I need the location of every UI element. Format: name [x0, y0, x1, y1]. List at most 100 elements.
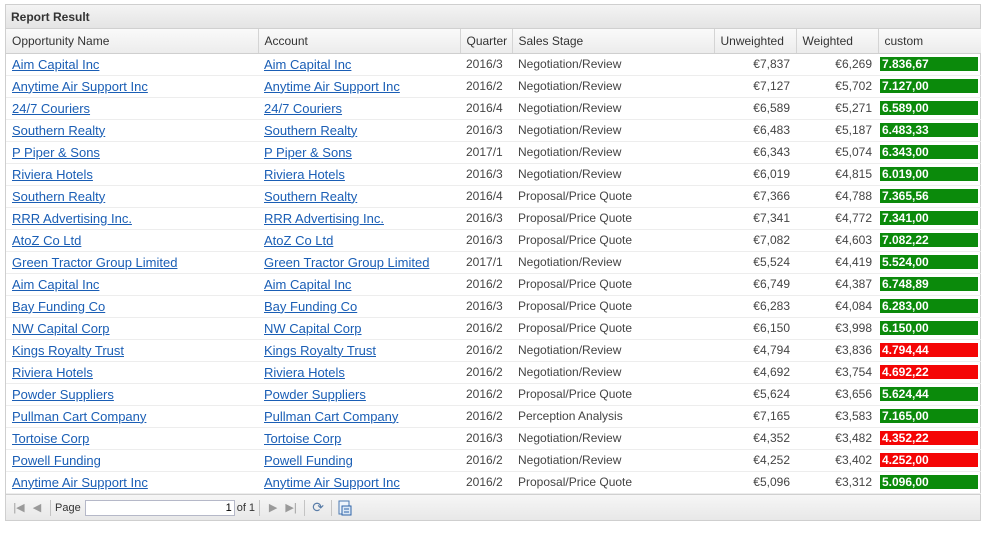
opportunity-link[interactable]: Kings Royalty Trust: [12, 343, 124, 358]
table-row[interactable]: Powell Funding Powell Funding 2016/2 Negoti…: [6, 449, 981, 472]
opportunity-link[interactable]: Anytime Air Support Inc: [12, 79, 148, 94]
opportunity-link[interactable]: AtoZ Co Ltd: [12, 233, 81, 248]
sales-stage-cell: Proposal/Price Quote: [512, 471, 714, 494]
account-link[interactable]: Southern Realty: [264, 123, 357, 138]
sales-stage-cell: Negotiation/Review: [512, 251, 714, 274]
quarter-cell: 2016/3: [460, 207, 512, 230]
opportunity-link[interactable]: Powder Suppliers: [12, 387, 114, 402]
opportunity-link[interactable]: RRR Advertising Inc.: [12, 211, 132, 226]
table-row[interactable]: Riviera Hotels Riviera Hotels 2016/3 Negoti…: [6, 163, 981, 186]
custom-value-badge: 4.252,00: [880, 453, 978, 467]
next-page-icon[interactable]: ▶: [264, 499, 282, 517]
account-link[interactable]: Aim Capital Inc: [264, 57, 351, 72]
table-row[interactable]: Aim Capital Inc Aim Capital Inc 2016/2 Prop…: [6, 273, 981, 296]
account-link[interactable]: Aim Capital Inc: [264, 277, 351, 292]
table-row[interactable]: Bay Funding Co Bay Funding Co 2016/3 Propos…: [6, 295, 981, 318]
account-link[interactable]: Powder Suppliers: [264, 387, 366, 402]
custom-cell: 5.624,44: [878, 383, 981, 406]
account-link[interactable]: Kings Royalty Trust: [264, 343, 376, 358]
table-row[interactable]: Southern Realty Southern Realty 2016/4 Prop…: [6, 185, 981, 208]
table-row[interactable]: Anytime Air Support Inc Anytime Air Suppo…: [6, 471, 981, 494]
table-row[interactable]: Riviera Hotels Riviera Hotels 2016/2 Negoti…: [6, 361, 981, 384]
opportunity-link[interactable]: P Piper & Sons: [12, 145, 100, 160]
opportunity-link[interactable]: Pullman Cart Company: [12, 409, 146, 424]
table-row[interactable]: NW Capital Corp NW Capital Corp 2016/2 Prop…: [6, 317, 981, 340]
table-row[interactable]: P Piper & Sons P Piper & Sons 2017/1 Negoti…: [6, 141, 981, 164]
account-link[interactable]: Powell Funding: [264, 453, 353, 468]
account-cell: Kings Royalty Trust: [258, 339, 460, 362]
opportunity-link[interactable]: Riviera Hotels: [12, 365, 93, 380]
table-row[interactable]: 24/7 Couriers 24/7 Couriers 2016/4 Negotiat…: [6, 97, 981, 120]
sales-stage-cell: Proposal/Price Quote: [512, 383, 714, 406]
account-link[interactable]: Anytime Air Support Inc: [264, 79, 400, 94]
opportunity-link[interactable]: Aim Capital Inc: [12, 57, 99, 72]
table-row[interactable]: Southern Realty Southern Realty 2016/3 Nego…: [6, 119, 981, 142]
weighted-cell: €3,836: [796, 339, 878, 362]
column-header-account[interactable]: Account: [258, 29, 461, 54]
last-page-icon[interactable]: ▶|: [282, 499, 300, 517]
quarter-cell: 2016/2: [460, 449, 512, 472]
page-number-input[interactable]: [84, 499, 235, 516]
opportunity-link[interactable]: Anytime Air Support Inc: [12, 475, 148, 490]
account-link[interactable]: 24/7 Couriers: [264, 101, 342, 116]
page-label: Page: [55, 501, 81, 514]
sales-stage-cell: Negotiation/Review: [512, 75, 714, 98]
column-header-opportunity-name[interactable]: Opportunity Name: [6, 29, 259, 54]
account-link[interactable]: Bay Funding Co: [264, 299, 357, 314]
sales-stage-cell: Negotiation/Review: [512, 163, 714, 186]
table-row[interactable]: Aim Capital Inc Aim Capital Inc 2016/3 Nego…: [6, 53, 981, 76]
account-link[interactable]: Pullman Cart Company: [264, 409, 398, 424]
opportunity-link[interactable]: Aim Capital Inc: [12, 277, 99, 292]
account-link[interactable]: Tortoise Corp: [264, 431, 341, 446]
table-row[interactable]: Anytime Air Support Inc Anytime Air Suppo…: [6, 75, 981, 98]
table-row[interactable]: Green Tractor Group Limited Green Tractor…: [6, 251, 981, 274]
column-header-sales-stage[interactable]: Sales Stage: [512, 29, 715, 54]
unweighted-cell: €6,343: [714, 141, 796, 164]
weighted-cell: €4,419: [796, 251, 878, 274]
opportunity-link[interactable]: Bay Funding Co: [12, 299, 105, 314]
opportunity-link[interactable]: Southern Realty: [12, 189, 105, 204]
first-page-icon[interactable]: |◀: [10, 499, 28, 517]
account-cell: Green Tractor Group Limited: [258, 251, 460, 274]
opportunity-link[interactable]: Southern Realty: [12, 123, 105, 138]
opportunity-link[interactable]: Green Tractor Group Limited: [12, 255, 177, 270]
account-cell: Pullman Cart Company: [258, 405, 460, 428]
custom-cell: 4.352,22: [878, 427, 981, 450]
table-row[interactable]: Powder Suppliers Powder Suppliers 2016/2 Pr…: [6, 383, 981, 406]
previous-page-icon[interactable]: ◀: [28, 499, 46, 517]
opportunity-link[interactable]: 24/7 Couriers: [12, 101, 90, 116]
account-link[interactable]: Riviera Hotels: [264, 167, 345, 182]
table-row[interactable]: AtoZ Co Ltd AtoZ Co Ltd 2016/3 Proposal/Pri…: [6, 229, 981, 252]
export-icon[interactable]: [336, 499, 354, 517]
opportunity-cell: Riviera Hotels: [6, 163, 258, 186]
unweighted-cell: €5,096: [714, 471, 796, 494]
opportunity-link[interactable]: Powell Funding: [12, 453, 101, 468]
opportunity-link[interactable]: Tortoise Corp: [12, 431, 89, 446]
account-link[interactable]: Southern Realty: [264, 189, 357, 204]
account-link[interactable]: Riviera Hotels: [264, 365, 345, 380]
custom-cell: 6.343,00: [878, 141, 981, 164]
custom-cell: 4.692,22: [878, 361, 981, 384]
column-header-unweighted[interactable]: Unweighted: [714, 29, 797, 54]
table-row[interactable]: Kings Royalty Trust Kings Royalty Trust 20…: [6, 339, 981, 362]
table-row[interactable]: Tortoise Corp Tortoise Corp 2016/3 Negotiat…: [6, 427, 981, 450]
table-row[interactable]: RRR Advertising Inc. RRR Advertising Inc.…: [6, 207, 981, 230]
column-header-weighted[interactable]: Weighted: [796, 29, 879, 54]
opportunity-link[interactable]: NW Capital Corp: [12, 321, 110, 336]
refresh-icon[interactable]: ⟳: [309, 499, 327, 517]
account-link[interactable]: AtoZ Co Ltd: [264, 233, 333, 248]
weighted-cell: €3,482: [796, 427, 878, 450]
custom-cell: 7.365,56: [878, 185, 981, 208]
column-header-quarter[interactable]: Quarter: [460, 29, 513, 54]
sales-stage-cell: Negotiation/Review: [512, 141, 714, 164]
unweighted-cell: €7,127: [714, 75, 796, 98]
account-link[interactable]: NW Capital Corp: [264, 321, 362, 336]
account-link[interactable]: RRR Advertising Inc.: [264, 211, 384, 226]
quarter-cell: 2016/2: [460, 273, 512, 296]
account-link[interactable]: Anytime Air Support Inc: [264, 475, 400, 490]
account-link[interactable]: Green Tractor Group Limited: [264, 255, 429, 270]
opportunity-link[interactable]: Riviera Hotels: [12, 167, 93, 182]
table-row[interactable]: Pullman Cart Company Pullman Cart Company…: [6, 405, 981, 428]
column-header-custom[interactable]: custom: [878, 29, 981, 54]
account-link[interactable]: P Piper & Sons: [264, 145, 352, 160]
